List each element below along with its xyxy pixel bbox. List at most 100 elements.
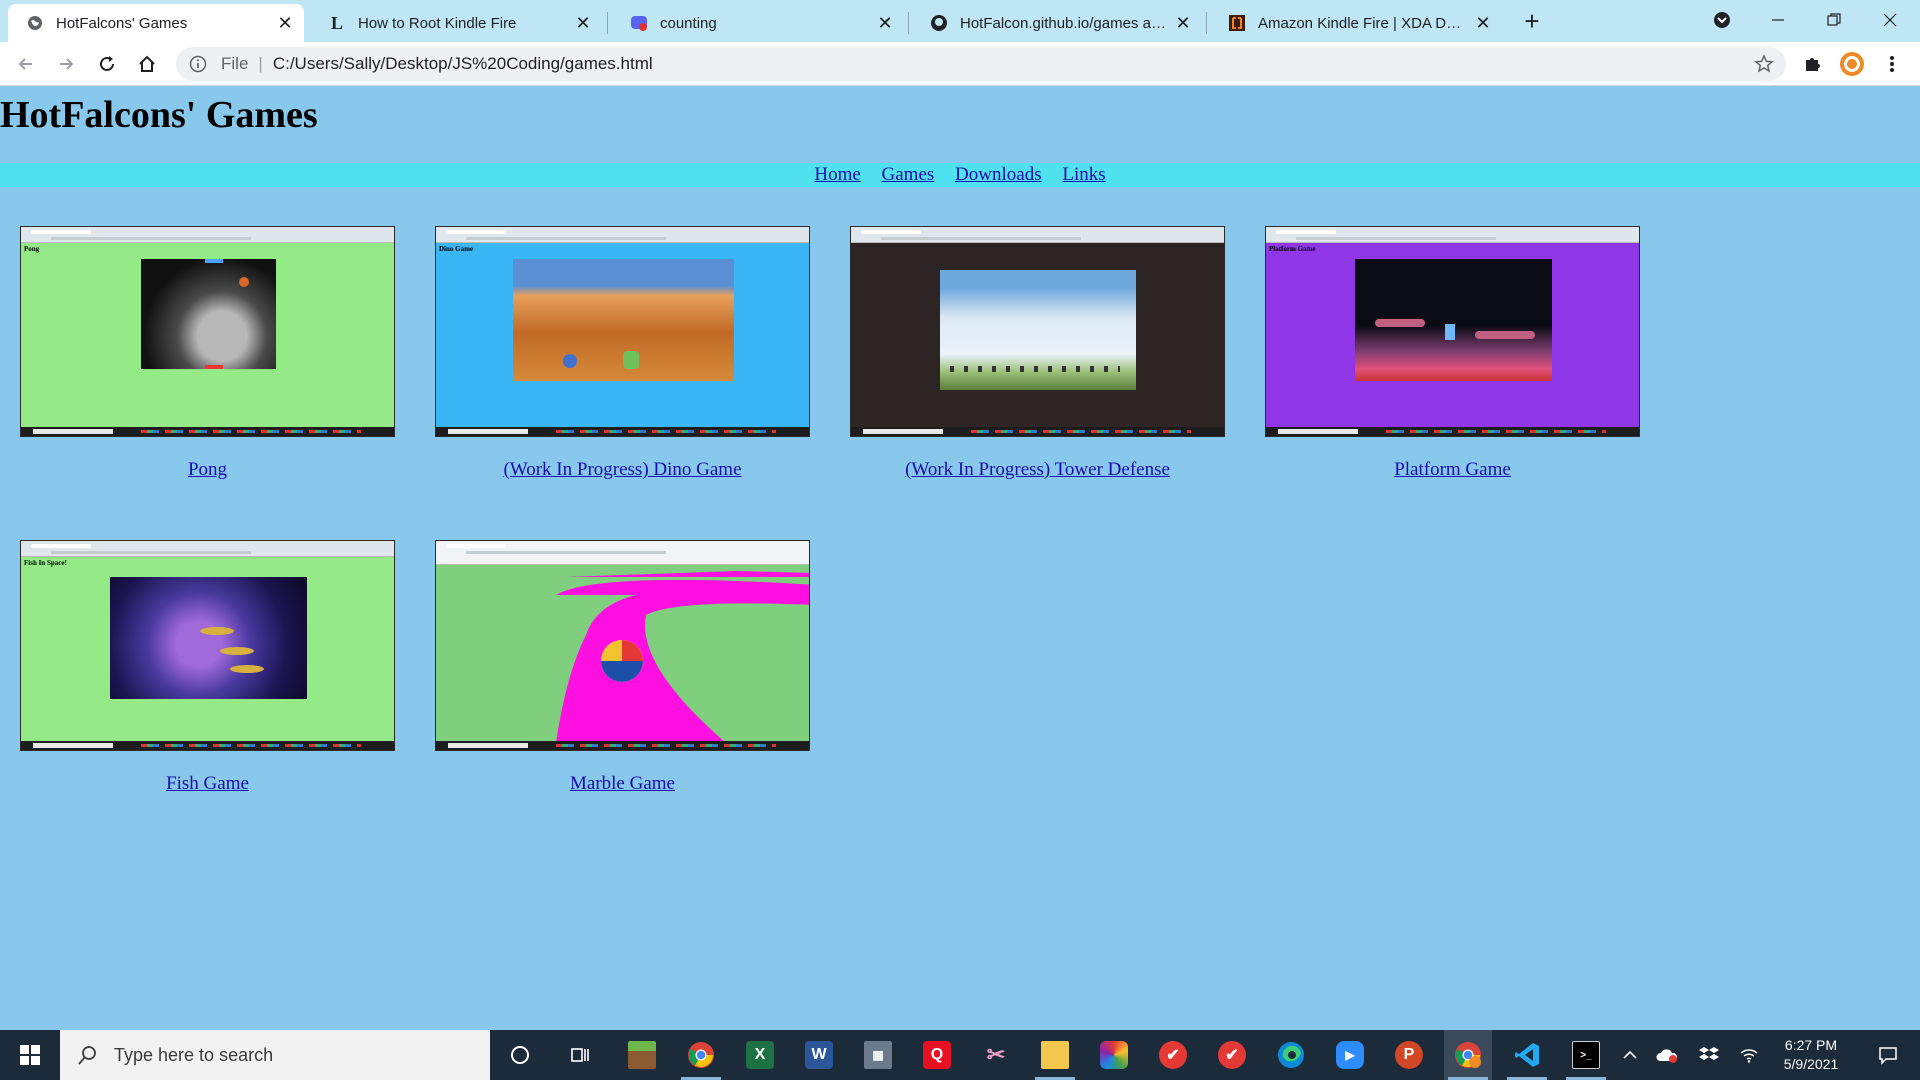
dropbox-icon[interactable] <box>1694 1030 1724 1080</box>
tab-divider <box>607 12 608 34</box>
new-tab-button[interactable]: + <box>1518 8 1546 36</box>
close-window-icon[interactable] <box>1862 0 1918 40</box>
tab-hotfalcons-games[interactable]: HotFalcons' Games ✕ <box>8 4 304 42</box>
close-tab-icon[interactable]: ✕ <box>276 14 294 32</box>
task-view-icon[interactable] <box>556 1030 604 1080</box>
extensions-puzzle-icon[interactable] <box>1796 48 1828 80</box>
back-arrow-icon[interactable] <box>10 48 42 80</box>
game-card-dino: Dino Game (Work In Progress) Dino Game <box>435 226 810 481</box>
notification-center-icon[interactable] <box>1866 1030 1910 1080</box>
todo-check-icon[interactable]: ✔ <box>1149 1030 1197 1080</box>
site-nav: Home Games Downloads Links <box>0 163 1920 187</box>
game-card-tower-defense: (Work In Progress) Tower Defense <box>850 226 1225 481</box>
tab-xda[interactable]: Amazon Kindle Fire | XDA Develo ✕ <box>1210 4 1502 42</box>
chrome-icon[interactable] <box>677 1030 725 1080</box>
cortana-icon[interactable] <box>496 1030 544 1080</box>
photos-icon[interactable] <box>1090 1030 1138 1080</box>
search-placeholder: Type here to search <box>114 1044 274 1065</box>
game-card-marble: Marble Game <box>435 540 810 795</box>
tab-search-icon[interactable] <box>1694 0 1750 40</box>
browser-menu-icon[interactable] <box>1876 48 1908 80</box>
profile-avatar-icon[interactable] <box>1836 48 1868 80</box>
terminal-icon[interactable]: >_ <box>1562 1030 1610 1080</box>
onedrive-icon[interactable] <box>1652 1030 1682 1080</box>
tab-divider <box>908 12 909 34</box>
tab-title: counting <box>660 14 717 32</box>
discord-icon <box>630 14 648 32</box>
tab-divider <box>1206 12 1207 34</box>
show-hidden-icons-chevron-icon[interactable] <box>1616 1030 1644 1080</box>
tab-title: HotFalcons' Games <box>56 14 188 32</box>
globe-icon <box>26 14 44 32</box>
minimize-icon[interactable] <box>1750 0 1806 40</box>
nav-games-link[interactable]: Games <box>882 164 935 185</box>
word-icon[interactable]: W <box>795 1030 843 1080</box>
home-icon[interactable] <box>131 48 163 80</box>
dino-screenshot[interactable]: Dino Game <box>435 226 810 437</box>
clock-date: 5/9/2021 <box>1783 1056 1839 1072</box>
tab-title: Amazon Kindle Fire | XDA Develo <box>1258 14 1468 32</box>
bookmark-star-icon[interactable] <box>1754 54 1774 74</box>
tab-title: HotFalcon.github.io/games at ma <box>960 14 1168 32</box>
fish-game-link[interactable]: Fish Game <box>166 773 249 794</box>
restore-icon[interactable] <box>1806 0 1862 40</box>
tower-defense-screenshot[interactable] <box>850 226 1225 437</box>
file-explorer-icon[interactable] <box>1031 1030 1079 1080</box>
system-clock[interactable]: 6:27 PM 5/9/2021 <box>1768 1036 1854 1074</box>
chrome-profile-icon[interactable] <box>1444 1030 1492 1080</box>
nav-downloads-link[interactable]: Downloads <box>955 164 1042 185</box>
wifi-icon[interactable] <box>1734 1030 1764 1080</box>
game-card-platform: Platform Game Platform Game <box>1265 226 1640 481</box>
dino-game-link[interactable]: (Work In Progress) Dino Game <box>503 459 741 480</box>
tower-defense-link[interactable]: (Work In Progress) Tower Defense <box>905 459 1170 480</box>
marble-screenshot[interactable] <box>435 540 810 751</box>
lifewire-l-icon: L <box>330 12 343 33</box>
windows-start-icon[interactable] <box>0 1030 60 1080</box>
close-tab-icon[interactable]: ✕ <box>1174 14 1192 32</box>
web-page: HotFalcons' Games Home Games Downloads L… <box>0 87 1920 1030</box>
calculator-icon[interactable]: ▦ <box>854 1030 902 1080</box>
quicktime-icon[interactable]: Q <box>913 1030 961 1080</box>
marble-game-link[interactable]: Marble Game <box>570 773 675 794</box>
powerpoint-icon[interactable]: P <box>1385 1030 1433 1080</box>
url-text[interactable]: C:/Users/Sally/Desktop/JS%20Coding/games… <box>273 54 653 74</box>
game-card-fish: Fish In Space! Fish Game <box>20 540 395 795</box>
tab-counting[interactable]: counting ✕ <box>612 4 904 42</box>
platform-game-link[interactable]: Platform Game <box>1394 459 1511 480</box>
edge-icon[interactable] <box>1267 1030 1315 1080</box>
platform-screenshot[interactable]: Platform Game <box>1265 226 1640 437</box>
browser-toolbar: File | C:/Users/Sally/Desktop/JS%20Codin… <box>0 42 1920 86</box>
taskbar-search-box[interactable]: Type here to search <box>60 1030 490 1080</box>
windows-taskbar: Type here to search X W ▦ Q ✂ ✔ ✔ ▶ P >_… <box>0 1030 1920 1080</box>
github-icon <box>930 14 948 32</box>
excel-icon[interactable]: X <box>736 1030 784 1080</box>
url-scheme-label: File <box>221 54 249 73</box>
close-tab-icon[interactable]: ✕ <box>1474 14 1492 32</box>
tab-title: How to Root Kindle Fire <box>358 14 517 32</box>
address-bar[interactable]: File | C:/Users/Sally/Desktop/JS%20Codin… <box>176 47 1786 81</box>
clock-time: 6:27 PM <box>1784 1037 1838 1053</box>
nav-home-link[interactable]: Home <box>814 164 860 185</box>
pong-screenshot[interactable]: Pong <box>20 226 395 437</box>
zoom-icon[interactable]: ▶ <box>1326 1030 1374 1080</box>
url-divider: | <box>258 54 263 73</box>
search-icon <box>76 1043 100 1067</box>
game-card-pong: Pong Pong <box>20 226 395 481</box>
tab-github[interactable]: HotFalcon.github.io/games at ma ✕ <box>912 4 1202 42</box>
todo-check-icon-2[interactable]: ✔ <box>1208 1030 1256 1080</box>
info-icon[interactable] <box>189 55 207 73</box>
minecraft-icon[interactable] <box>618 1030 666 1080</box>
snipping-tool-icon[interactable]: ✂ <box>972 1030 1020 1080</box>
fish-screenshot[interactable]: Fish In Space! <box>20 540 395 751</box>
nav-links-link[interactable]: Links <box>1062 164 1105 185</box>
pong-link[interactable]: Pong <box>188 459 227 480</box>
close-tab-icon[interactable]: ✕ <box>876 14 894 32</box>
page-title: HotFalcons' Games <box>0 94 318 136</box>
vscode-icon[interactable] <box>1503 1030 1551 1080</box>
tab-strip: HotFalcons' Games ✕ L How to Root Kindle… <box>0 0 1920 42</box>
reload-icon[interactable] <box>91 48 123 80</box>
close-tab-icon[interactable]: ✕ <box>574 14 592 32</box>
forward-arrow-icon[interactable] <box>50 48 82 80</box>
xda-icon <box>1228 14 1246 32</box>
tab-root-kindle[interactable]: L How to Root Kindle Fire ✕ <box>310 4 602 42</box>
